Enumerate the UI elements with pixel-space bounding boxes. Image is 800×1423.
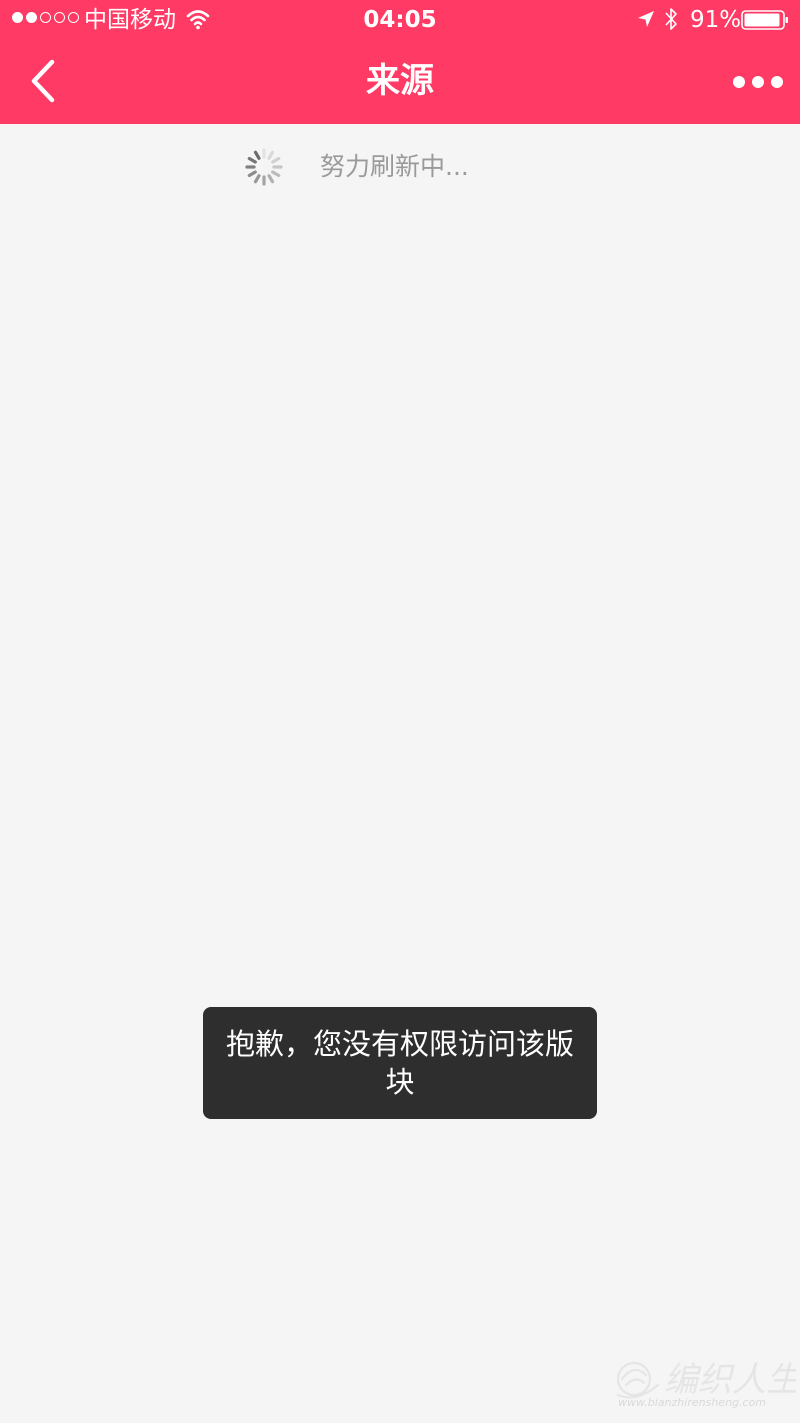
watermark-url: www.bianzhirensheng.com xyxy=(618,1396,767,1409)
more-dots-icon xyxy=(733,76,783,88)
bluetooth-icon xyxy=(665,8,677,30)
battery-icon xyxy=(741,10,788,30)
battery-percentage: 91% xyxy=(690,7,742,33)
back-button[interactable] xyxy=(22,56,66,106)
toast-message: 抱歉，您没有权限访问该版块 xyxy=(203,1007,597,1119)
status-bar: 中国移动 04:05 91% xyxy=(0,0,800,40)
pull-refresh-indicator: 努力刷新中... xyxy=(0,124,800,210)
more-options-button[interactable] xyxy=(728,68,788,96)
toast-text: 抱歉，您没有权限访问该版块 xyxy=(225,1027,574,1099)
refresh-status-text: 努力刷新中... xyxy=(320,152,469,181)
location-arrow-icon xyxy=(638,11,654,27)
spinner-icon xyxy=(245,148,283,186)
navigation-bar: 来源 xyxy=(0,40,800,124)
page-title: 来源 xyxy=(366,61,434,101)
app-screen: 中国移动 04:05 91% 来源 努力刷新中... 抱歉，您没有权限访问该版块… xyxy=(0,0,800,1423)
chevron-left-icon xyxy=(31,59,55,103)
header: 中国移动 04:05 91% 来源 xyxy=(0,0,800,124)
clock: 04:05 xyxy=(363,7,437,33)
watermark-brand: 编织人生 xyxy=(664,1360,796,1400)
